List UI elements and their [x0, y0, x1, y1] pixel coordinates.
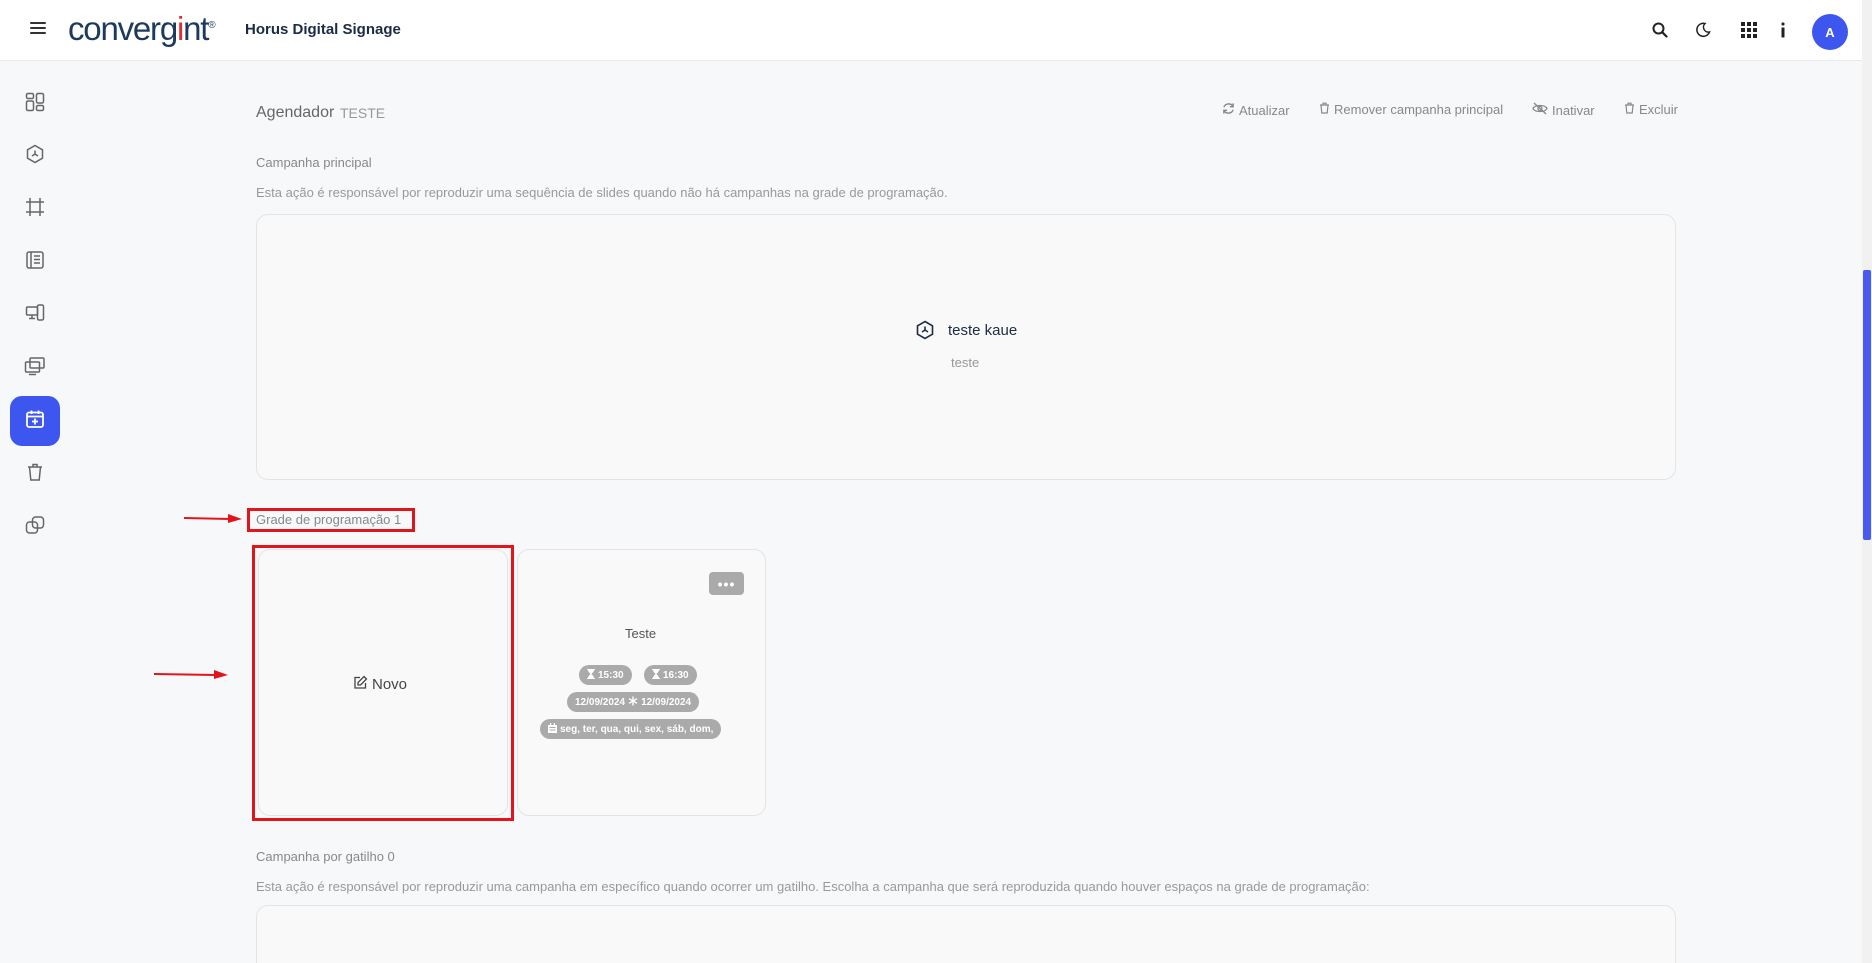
annotation-arrow-right [184, 514, 242, 523]
new-schedule-label: Novo [372, 676, 408, 693]
campaign-hexagon-icon [915, 320, 935, 345]
integrations-icon [25, 515, 45, 540]
campaign-hexagon-icon [25, 144, 45, 169]
calendar-icon [548, 722, 557, 736]
new-schedule-button[interactable]: Novo [353, 675, 407, 694]
hourglass-icon [587, 668, 595, 682]
schedule-card-menu-button[interactable]: ••• [709, 572, 744, 595]
sidebar-item-dashboard[interactable] [10, 79, 60, 129]
deactivate-button[interactable]: Inativar [1532, 102, 1595, 118]
sidebar-item-layouts[interactable] [10, 184, 60, 234]
asterisk-icon [628, 696, 638, 709]
menu-hamburger-icon[interactable] [30, 22, 46, 36]
dashboard-icon [25, 92, 45, 117]
book-icon [25, 250, 45, 275]
calendar-add-icon [25, 409, 45, 434]
trash-icon [1319, 102, 1330, 117]
refresh-icon [1222, 102, 1235, 118]
schedule-grid-label: Grade de programação 1 [256, 512, 402, 527]
weekdays-badge: seg, ter, qua, qui, sex, sáb, dom, [540, 719, 722, 739]
app-title: Horus Digital Signage [245, 21, 401, 38]
left-sidebar [0, 62, 72, 963]
sidebar-item-trash[interactable] [10, 449, 60, 499]
main-campaign-label: Campanha principal [256, 155, 372, 170]
top-header: convergint® Horus Digital Signage A [0, 0, 1862, 61]
sidebar-item-library[interactable] [10, 237, 60, 287]
sidebar-item-devices[interactable] [10, 290, 60, 340]
start-time-badge: 15:30 [579, 665, 632, 685]
main-campaign-name: teste kaue [948, 322, 1018, 339]
page-subtitle: TESTE [340, 105, 386, 121]
screens-icon [24, 356, 46, 381]
crop-frame-icon [25, 197, 45, 222]
deactivate-label: Inativar [1552, 102, 1595, 118]
main-campaign-box[interactable] [256, 214, 1676, 480]
user-avatar[interactable]: A [1812, 14, 1848, 50]
scrollbar-thumb[interactable] [1863, 270, 1871, 540]
sidebar-item-scheduler[interactable] [10, 396, 60, 446]
trigger-campaign-label: Campanha por gatilho 0 [256, 849, 395, 864]
refresh-button[interactable]: Atualizar [1222, 102, 1290, 118]
sidebar-item-integrations[interactable] [10, 502, 60, 552]
remove-main-campaign-button[interactable]: Remover campanha principal [1319, 102, 1503, 117]
convergint-logo[interactable]: convergint® [68, 10, 216, 48]
delete-button[interactable]: Excluir [1624, 102, 1678, 117]
trigger-campaign-description: Esta ação é responsável por reproduzir u… [256, 879, 1370, 894]
refresh-label: Atualizar [1239, 102, 1290, 118]
sidebar-item-campaigns[interactable] [10, 131, 60, 181]
end-time-badge: 16:30 [644, 665, 697, 685]
delete-label: Excluir [1639, 102, 1679, 117]
remove-main-campaign-label: Remover campanha principal [1334, 102, 1504, 117]
grid-apps-icon[interactable] [1737, 18, 1761, 42]
date-range-badge: 12/09/2024 12/09/2024 [567, 692, 700, 712]
moon-icon[interactable] [1691, 18, 1715, 42]
page-title: Agendador [256, 104, 335, 121]
main-campaign-sub: teste [951, 355, 980, 370]
sidebar-item-screens[interactable] [10, 343, 60, 393]
page-scrollbar[interactable] [1862, 0, 1872, 963]
trigger-campaign-box[interactable] [256, 905, 1676, 963]
eye-off-icon [1532, 102, 1548, 118]
schedule-card-title: Teste [625, 626, 657, 641]
trash-icon [25, 462, 45, 487]
trash-icon [1624, 102, 1635, 117]
annotation-arrow-right [154, 670, 228, 679]
hourglass-icon [652, 668, 660, 682]
edit-icon [353, 675, 368, 694]
main-campaign-description: Esta ação é responsável por reproduzir u… [256, 185, 948, 200]
search-icon[interactable] [1648, 18, 1672, 42]
info-icon[interactable] [1771, 18, 1795, 42]
devices-icon [25, 303, 45, 328]
